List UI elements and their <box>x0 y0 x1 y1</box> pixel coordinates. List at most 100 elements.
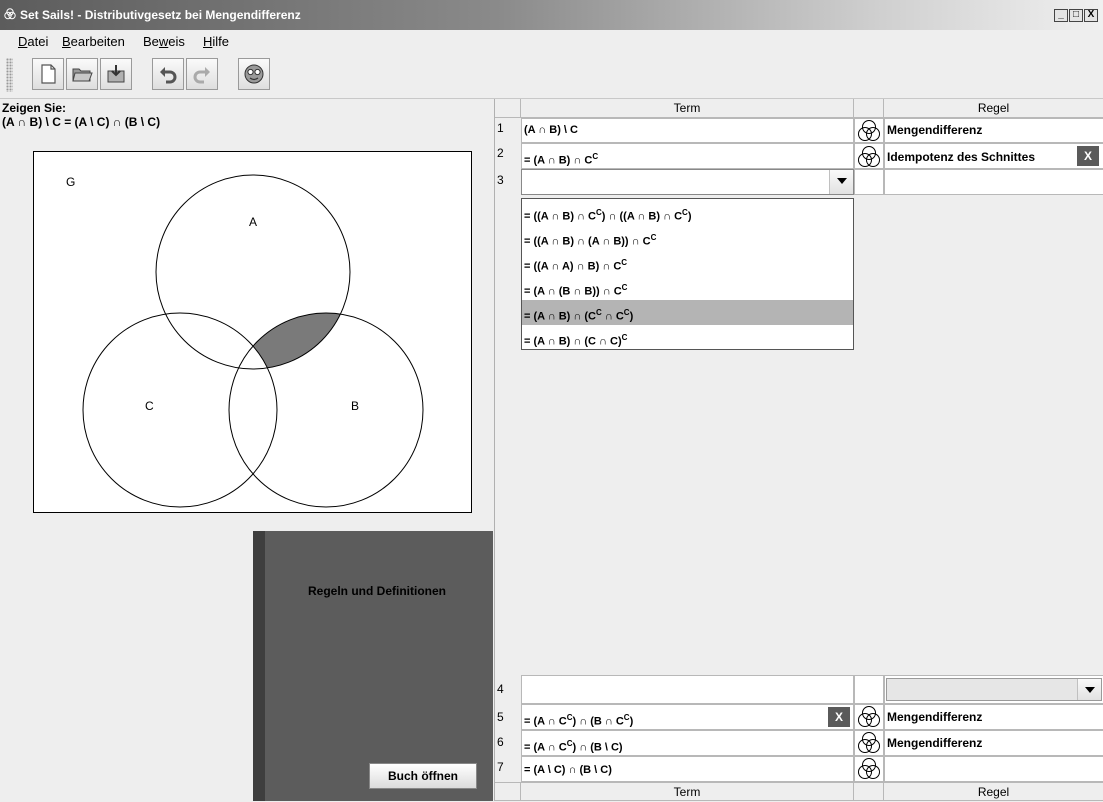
row-3-venn-cell[interactable] <box>854 169 884 195</box>
toolbar <box>0 52 1103 99</box>
row-7-term[interactable]: = (A \ C) ∩ (B \ C) <box>521 756 854 782</box>
menu-beweis-accel: w <box>158 34 169 49</box>
row-2-delete-button[interactable]: X <box>1077 146 1099 166</box>
left-panel: Zeigen Sie: (A ∩ B) \ C = (A \ C) ∩ (B \… <box>0 99 493 801</box>
dropdown-option[interactable]: = (A ∩ (B ∩ B)) ∩ CC <box>522 275 853 300</box>
chevron-down-icon[interactable] <box>1077 679 1101 700</box>
minimize-button[interactable]: _ <box>1054 9 1068 22</box>
row-1-term[interactable]: (A ∩ B) \ C <box>521 118 854 143</box>
row-2-rule-text: Idempotenz des Schnittes <box>887 150 1036 164</box>
row-4-venn-cell[interactable] <box>854 675 884 704</box>
header-rule: Regel <box>884 99 1103 118</box>
menu-datei[interactable]: Datei <box>18 34 48 49</box>
universe-label: G <box>66 175 75 189</box>
undo-icon <box>160 67 177 84</box>
dropdown-option[interactable]: = ((A ∩ A) ∩ B) ∩ CC <box>522 250 853 275</box>
row-5-rule[interactable]: Mengendifferenz <box>884 704 1103 730</box>
opt-text: ) <box>687 210 692 223</box>
row-3-num: 3 <box>497 173 504 187</box>
menu-datei-accel: D <box>18 34 28 49</box>
save-button[interactable] <box>100 58 132 90</box>
app-icon <box>4 8 16 20</box>
footer-icon <box>854 782 884 801</box>
footer-num <box>495 782 521 801</box>
venn-diagram[interactable]: G A C B <box>33 151 472 513</box>
menu-bearbeiten[interactable]: Bearbeiten <box>62 34 125 49</box>
opt-text: = (A ∩ B) ∩ (C ∩ C) <box>524 335 622 348</box>
menu-hilfe-accel: H <box>203 34 213 49</box>
footer-rule: Regel <box>884 782 1103 801</box>
undo-button[interactable] <box>152 58 184 90</box>
venn-mini-icon <box>858 732 880 753</box>
row-5-term[interactable]: = (A ∩ CC) ∩ (B ∩ CC) X <box>521 704 854 730</box>
row-5-venn-cell[interactable] <box>854 704 884 730</box>
help-face-icon <box>244 64 264 84</box>
save-icon <box>107 65 125 83</box>
label-b: B <box>351 399 359 413</box>
label-c: C <box>145 399 154 413</box>
row-3-rule[interactable] <box>884 169 1103 195</box>
close-button[interactable]: X <box>1084 9 1098 22</box>
opt-text: ) <box>629 310 634 323</box>
dropdown-option[interactable]: = ((A ∩ B) ∩ (A ∩ B)) ∩ CC <box>522 225 853 250</box>
term-text: ) <box>629 715 634 728</box>
help-button[interactable] <box>238 58 270 90</box>
open-folder-icon <box>72 68 93 82</box>
shaded-region <box>229 313 350 369</box>
new-button[interactable] <box>32 58 64 90</box>
opt-sup: C <box>621 283 628 292</box>
row-7-rule[interactable] <box>884 756 1103 782</box>
window-title: Set Sails! - Distributivgesetz bei Menge… <box>20 8 301 22</box>
row-6-num: 6 <box>497 735 504 749</box>
row-3-term-combo[interactable] <box>521 169 854 195</box>
proof-table: Term Regel 1 (A ∩ B) \ C Mengendifferenz… <box>494 99 1103 801</box>
row-7-venn-cell[interactable] <box>854 756 884 782</box>
open-button[interactable] <box>66 58 98 90</box>
row-2-term[interactable]: = (A ∩ B) ∩ CC <box>521 143 854 169</box>
maximize-button[interactable]: □ <box>1069 9 1083 22</box>
menu-hilfe-label: ilfe <box>212 34 230 49</box>
toolbar-grip[interactable] <box>6 58 13 92</box>
row-5-delete-button[interactable]: X <box>828 707 850 727</box>
row-2-venn-cell[interactable] <box>854 143 884 169</box>
row-2-rule[interactable]: Idempotenz des Schnittes X <box>884 143 1103 169</box>
row-6-venn-cell[interactable] <box>854 730 884 756</box>
redo-button[interactable] <box>186 58 218 90</box>
header-num <box>495 99 521 118</box>
menu-beweis[interactable]: Beweis <box>143 34 185 49</box>
row-1-rule[interactable]: Mengendifferenz <box>884 118 1103 143</box>
term-dropdown-list[interactable]: = ((A ∩ B) ∩ CC) ∩ ((A ∩ B) ∩ CC) = ((A … <box>521 198 854 350</box>
venn-mini-icon <box>858 706 880 727</box>
row-4-rule-combo[interactable] <box>884 675 1103 704</box>
opt-text: ∩ C <box>601 310 624 323</box>
menu-hilfe[interactable]: Hilfe <box>203 34 229 49</box>
row-5-num: 5 <box>497 710 504 724</box>
footer-term: Term <box>521 782 854 801</box>
row-2-term-text: = (A ∩ B) ∩ C <box>524 154 593 167</box>
dropdown-option[interactable]: = ((A ∩ B) ∩ CC) ∩ ((A ∩ B) ∩ CC) <box>522 200 853 225</box>
row-2-num: 2 <box>497 146 504 160</box>
menu-bearbeiten-label: earbeiten <box>70 34 125 49</box>
venn-svg: G A C B <box>66 174 424 508</box>
open-book-button[interactable]: Buch öffnen <box>369 763 477 789</box>
opt-text: = ((A ∩ A) ∩ B) ∩ C <box>524 260 622 273</box>
menu-beweis-pre: Be <box>143 34 159 49</box>
opt-text: = ((A ∩ B) ∩ (A ∩ B)) ∩ C <box>524 235 651 248</box>
rule-combo-box[interactable] <box>886 678 1102 701</box>
row-4-term[interactable] <box>521 675 854 704</box>
row-1-venn-cell[interactable] <box>854 118 884 143</box>
menu-bearbeiten-accel: B <box>62 34 71 49</box>
chevron-down-icon[interactable] <box>829 170 853 194</box>
dropdown-option[interactable]: = (A ∩ B) ∩ (C ∩ C)C <box>522 325 853 350</box>
label-a: A <box>249 215 257 229</box>
row-6-rule[interactable]: Mengendifferenz <box>884 730 1103 756</box>
row-2-term-sup: C <box>592 152 599 161</box>
menu-bar: Datei Bearbeiten Beweis Hilfe <box>0 30 1103 52</box>
dropdown-option-selected[interactable]: = (A ∩ B) ∩ (CC ∩ CC) <box>522 300 853 325</box>
new-document-icon <box>41 64 56 84</box>
term-text: ) ∩ (B \ C) <box>572 741 623 754</box>
venn-mini-icon <box>858 758 880 779</box>
menu-datei-label: atei <box>27 34 49 49</box>
opt-sup: C <box>650 233 657 242</box>
row-6-term[interactable]: = (A ∩ CC) ∩ (B \ C) <box>521 730 854 756</box>
